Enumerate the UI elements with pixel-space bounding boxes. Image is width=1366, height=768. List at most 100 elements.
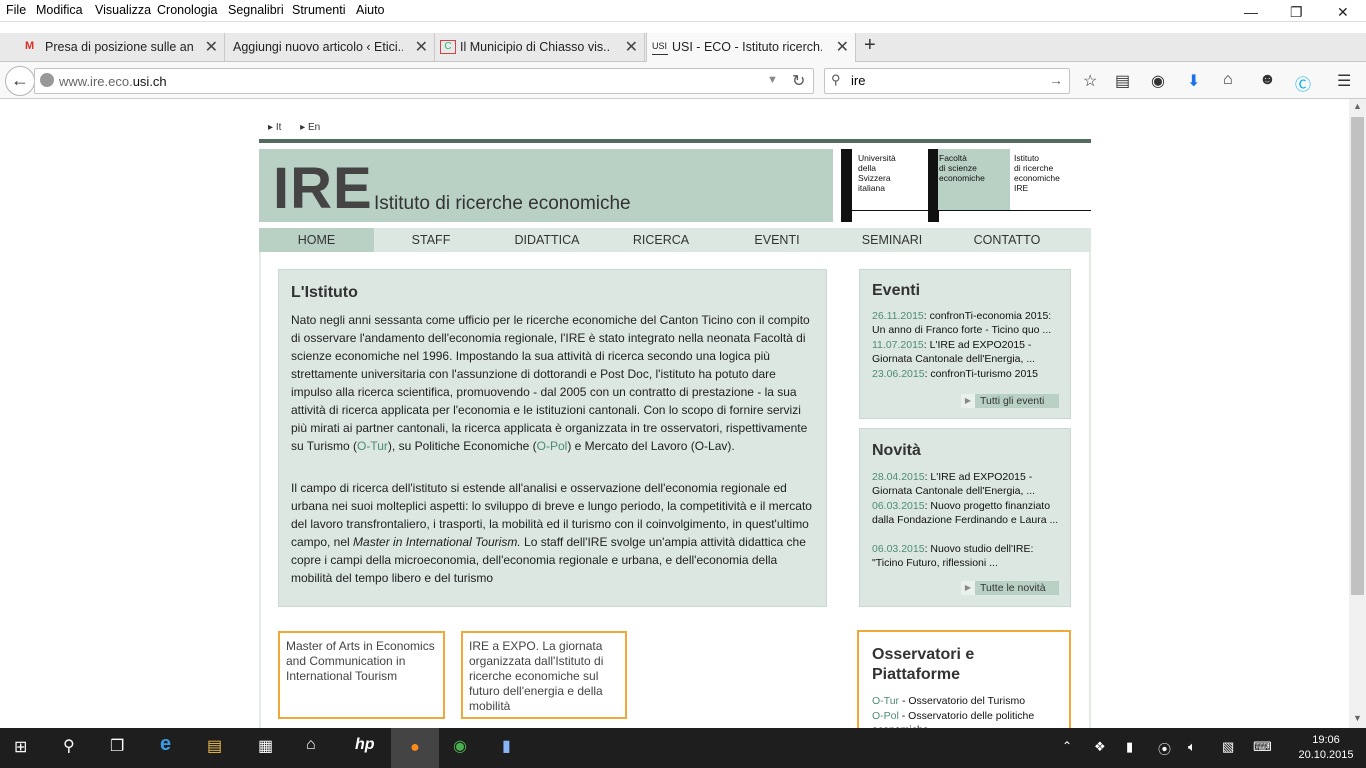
search-icon[interactable]: ⚲ [63, 736, 75, 756]
edge-icon[interactable]: e [160, 733, 171, 756]
menu-icon[interactable]: ☰ [1337, 71, 1351, 91]
scroll-up-icon[interactable]: ▲ [1353, 101, 1362, 111]
restore-button[interactable]: ❐ [1290, 4, 1303, 21]
star-icon[interactable]: ☆ [1083, 71, 1097, 91]
url-bar[interactable]: www.ire.eco.usi.ch ▼ ↻ [34, 68, 814, 94]
tab-title: USI - ECO - Istituto ricerch... [672, 40, 822, 54]
osservatorio-item[interactable]: O-Pol - Osservatorio delle politiche eco… [872, 709, 1058, 729]
istituto-paragraph-1: Nato negli anni sessanta come ufficio pe… [291, 313, 810, 453]
university-logo[interactable]: Università della Svizzera italiana Facoltà d… [841, 149, 1091, 222]
reading-list-icon[interactable]: ▤ [1115, 71, 1130, 91]
all-events-link[interactable]: ▶ Tutti gli eventi [961, 394, 1059, 408]
globe-icon [40, 73, 54, 87]
tab-chiasso[interactable]: C Il Municipio di Chiasso vis... ✕ [435, 33, 645, 62]
header-line [259, 139, 1091, 143]
page-scrollbar[interactable]: ▲ ▼ [1349, 99, 1366, 729]
menu-aiuto[interactable]: Aiuto [356, 3, 385, 17]
event-item[interactable]: 11.07.2015: L'IRE ad EXPO2015 - Giornata… [872, 338, 1064, 366]
system-clock[interactable]: 19:06 20.10.2015 [1296, 733, 1356, 763]
firefox-icon[interactable]: ● [391, 728, 439, 768]
store-icon[interactable]: ▦ [258, 736, 273, 756]
tab-close-icon[interactable]: ✕ [205, 37, 218, 57]
nav-didattica[interactable]: DIDATTICA [497, 228, 597, 252]
close-window-button[interactable]: ✕ [1337, 4, 1349, 21]
menu-cronologia[interactable]: Cronologia [157, 3, 217, 17]
scrollbar-thumb[interactable] [1351, 117, 1364, 595]
download-icon[interactable]: ⬇ [1187, 71, 1200, 91]
news-item[interactable]: 28.04.2015: L'IRE ad EXPO2015 - Giornata… [872, 470, 1064, 498]
tab-gmail[interactable]: M Presa di posizione sulle an... ✕ [20, 33, 225, 62]
notes-app-icon[interactable]: ▮ [502, 736, 511, 756]
back-arrow-icon: ← [11, 70, 29, 90]
tab-close-icon[interactable]: ✕ [836, 37, 849, 57]
nav-staff[interactable]: STAFF [387, 228, 475, 252]
home-icon[interactable]: ⌂ [1223, 71, 1233, 89]
novita-panel: Novità 28.04.2015: L'IRE ad EXPO2015 - G… [859, 428, 1071, 607]
wifi-icon[interactable]: ⦿ [1158, 739, 1171, 758]
news-item[interactable]: 06.03.2015: Nuovo progetto finanziato da… [872, 499, 1064, 527]
reload-icon[interactable]: ↻ [792, 71, 805, 91]
site-favicon: C [440, 40, 456, 54]
dropbox-icon[interactable]: ❖ [1094, 739, 1106, 755]
osservatori-title: Osservatori e Piattaforme [872, 646, 975, 683]
nav-seminari[interactable]: SEMINARI [844, 228, 940, 252]
arrow-right-icon: ▶ [961, 581, 975, 595]
usi-favicon: USI [652, 41, 668, 55]
promo-master[interactable]: Master of Arts in Economics and Communic… [278, 631, 445, 719]
istituto-title: L'Istituto [291, 284, 358, 301]
menu-strumenti[interactable]: Strumenti [292, 3, 346, 17]
url-text[interactable]: www.ire.eco.usi.ch [59, 74, 167, 89]
all-news-link[interactable]: ▶ Tutte le novità [961, 581, 1059, 595]
nav-contatto[interactable]: CONTATTO [959, 228, 1055, 252]
tab-close-icon[interactable]: ✕ [415, 37, 428, 57]
windows-start-icon[interactable]: ⊞ [14, 737, 27, 757]
lang-it[interactable]: ▸ It [268, 122, 289, 133]
nav-home[interactable]: HOME [259, 228, 374, 252]
osservatorio-item[interactable]: O-Tur - Osservatorio del Turismo [872, 694, 1025, 708]
lang-en[interactable]: ▸ En [300, 122, 328, 133]
new-tab-button[interactable]: + [864, 34, 876, 57]
home-icon[interactable]: ⌂ [306, 736, 316, 754]
event-item[interactable]: 23.06.2015: confronTi-turismo 2015 [872, 367, 1064, 381]
event-item[interactable]: 26.11.2015: confronTi-economia 2015: Un … [872, 309, 1064, 337]
otur-link[interactable]: O-Tur [357, 439, 388, 453]
menu-bar: File Modifica Visualizza Cronologia Segn… [0, 0, 1366, 22]
menu-visualizza[interactable]: Visualizza [95, 3, 151, 17]
ire-logo: IRE [273, 156, 373, 221]
pocket-icon[interactable]: ◉ [1151, 71, 1165, 91]
opol-link[interactable]: O-Pol [537, 439, 568, 453]
menu-segnalibri[interactable]: Segnalibri [228, 3, 284, 17]
search-bar[interactable]: ⚲ → [824, 68, 1070, 94]
chevron-up-icon[interactable]: ⌃ [1062, 739, 1072, 753]
keyboard-icon[interactable]: ⌨ [1253, 739, 1272, 755]
menu-modifica[interactable]: Modifica [36, 3, 83, 17]
news-item[interactable]: 06.03.2015: Nuovo studio dell'IRE: "Tici… [872, 542, 1064, 570]
tab-usi-eco[interactable]: USI USI - ECO - Istituto ricerch... ✕ [646, 33, 856, 63]
novita-title: Novità [872, 442, 921, 459]
nav-eventi[interactable]: EVENTI [733, 228, 821, 252]
tab-strip: M Presa di posizione sulle an... ✕ Aggiu… [0, 33, 1366, 63]
task-view-icon[interactable]: ❐ [110, 736, 124, 756]
skype-icon[interactable]: Ⓒ [1295, 71, 1311, 95]
hp-icon[interactable]: hp [355, 736, 375, 754]
usi-label: Università della Svizzera italiana [858, 153, 896, 193]
nav-ricerca[interactable]: RICERCA [615, 228, 707, 252]
battery-icon[interactable]: ▮ [1126, 739, 1133, 755]
institute-label: Istituto di ricerche economiche IRE [1014, 153, 1060, 193]
back-button[interactable]: ← [5, 66, 35, 96]
chat-icon[interactable]: ☻ [1259, 71, 1276, 89]
promo-expo[interactable]: IRE a EXPO. La giornata organizzata dall… [461, 631, 627, 719]
notifications-icon[interactable]: ▧ [1222, 739, 1234, 755]
chrome-icon[interactable]: ◉ [453, 736, 467, 756]
search-input[interactable] [851, 73, 1041, 88]
tab-etici[interactable]: Aggiungi nuovo articolo ‹ Etici... ✕ [225, 33, 435, 62]
tab-close-icon[interactable]: ✕ [625, 37, 638, 57]
file-explorer-icon[interactable]: ▤ [207, 736, 222, 756]
volume-icon[interactable]: 🔈︎ [1188, 739, 1196, 755]
url-dropdown-icon[interactable]: ▼ [767, 74, 778, 86]
minimize-button[interactable]: — [1244, 4, 1258, 20]
search-go-icon[interactable]: → [1049, 72, 1063, 88]
menu-file[interactable]: File [6, 3, 26, 17]
scroll-down-icon[interactable]: ▼ [1353, 713, 1362, 723]
ire-banner[interactable]: IRE Istituto di ricerche economiche [259, 149, 833, 222]
